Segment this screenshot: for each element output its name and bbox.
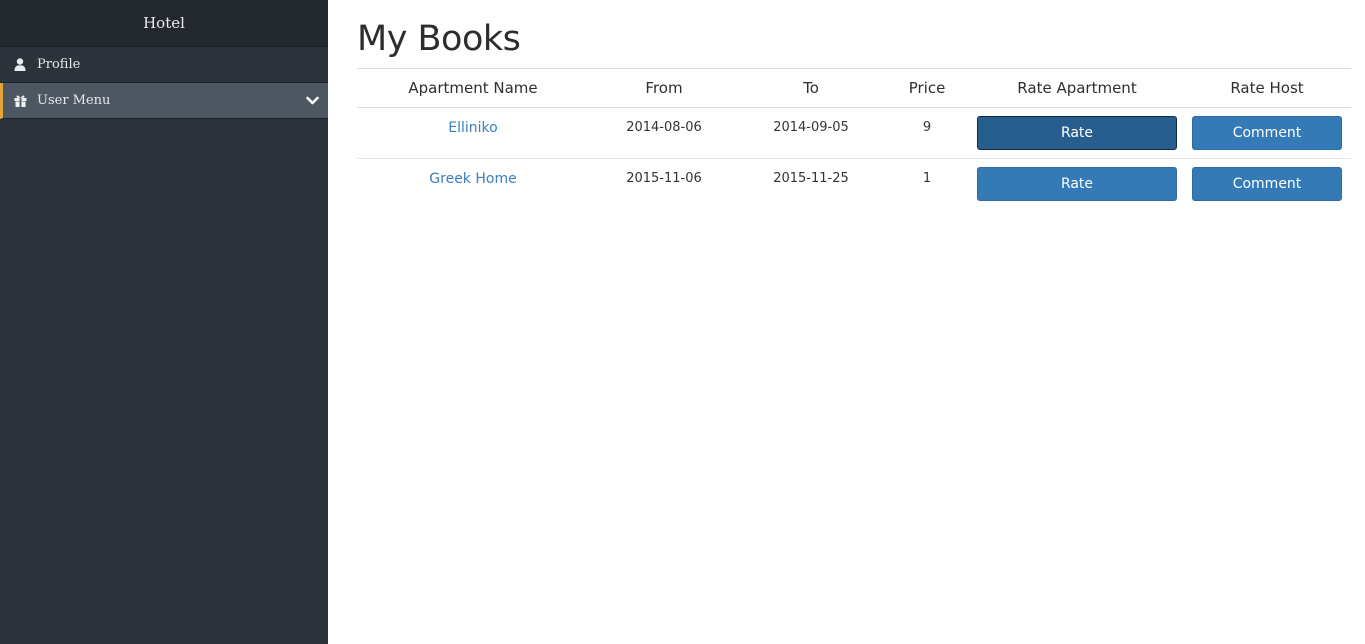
price: 1 [922, 171, 932, 186]
user-icon [13, 58, 27, 72]
sidebar-item-profile[interactable]: Profile [0, 47, 328, 83]
chevron-down-icon[interactable] [306, 94, 319, 107]
apartment-link[interactable]: Elliniko [448, 120, 497, 136]
table-header-row: Apartment Name From To Price Rate Apartm… [357, 68, 1351, 108]
bookings-table: Apartment Name From To Price Rate Apartm… [357, 68, 1351, 210]
price: 9 [883, 107, 971, 159]
column-header-from: From [589, 68, 739, 108]
comment-button[interactable]: Comment [1192, 116, 1342, 150]
rate-button[interactable]: Rate [977, 116, 1177, 150]
column-header-to: To [739, 68, 883, 108]
sidebar-item-label: Profile [37, 57, 81, 72]
column-header-rate-apartment: Rate Apartment [971, 68, 1183, 108]
table-row: Elliniko 2014-08-06 2014-09-05 9 Rate Co… [357, 107, 1351, 159]
to-date: 2014-09-05 [739, 107, 883, 159]
gift-icon [13, 94, 27, 108]
table-row: Greek Home 2015-11-06 2015-11-25 1 Rate … [357, 159, 1351, 210]
sidebar-item-user-menu[interactable]: User Menu [0, 83, 328, 119]
apartment-link[interactable]: Greek Home [429, 171, 516, 187]
from-date: 2015-11-06 [626, 171, 702, 186]
column-header-rate-host: Rate Host [1183, 68, 1351, 108]
from-date: 2014-08-06 [589, 107, 739, 159]
column-header-apartment-name: Apartment Name [357, 68, 589, 108]
rate-button[interactable]: Rate [977, 167, 1177, 201]
sidebar: Hotel Profile User Menu [0, 0, 328, 644]
sidebar-item-label: User Menu [37, 93, 111, 108]
comment-button[interactable]: Comment [1192, 167, 1342, 201]
sidebar-title: Hotel [0, 0, 328, 47]
page-title: My Books [357, 19, 521, 59]
main-content: My Books Apartment Name From To Price Ra… [357, 0, 1351, 210]
to-date: 2015-11-25 [773, 171, 849, 186]
column-header-price: Price [883, 68, 971, 108]
